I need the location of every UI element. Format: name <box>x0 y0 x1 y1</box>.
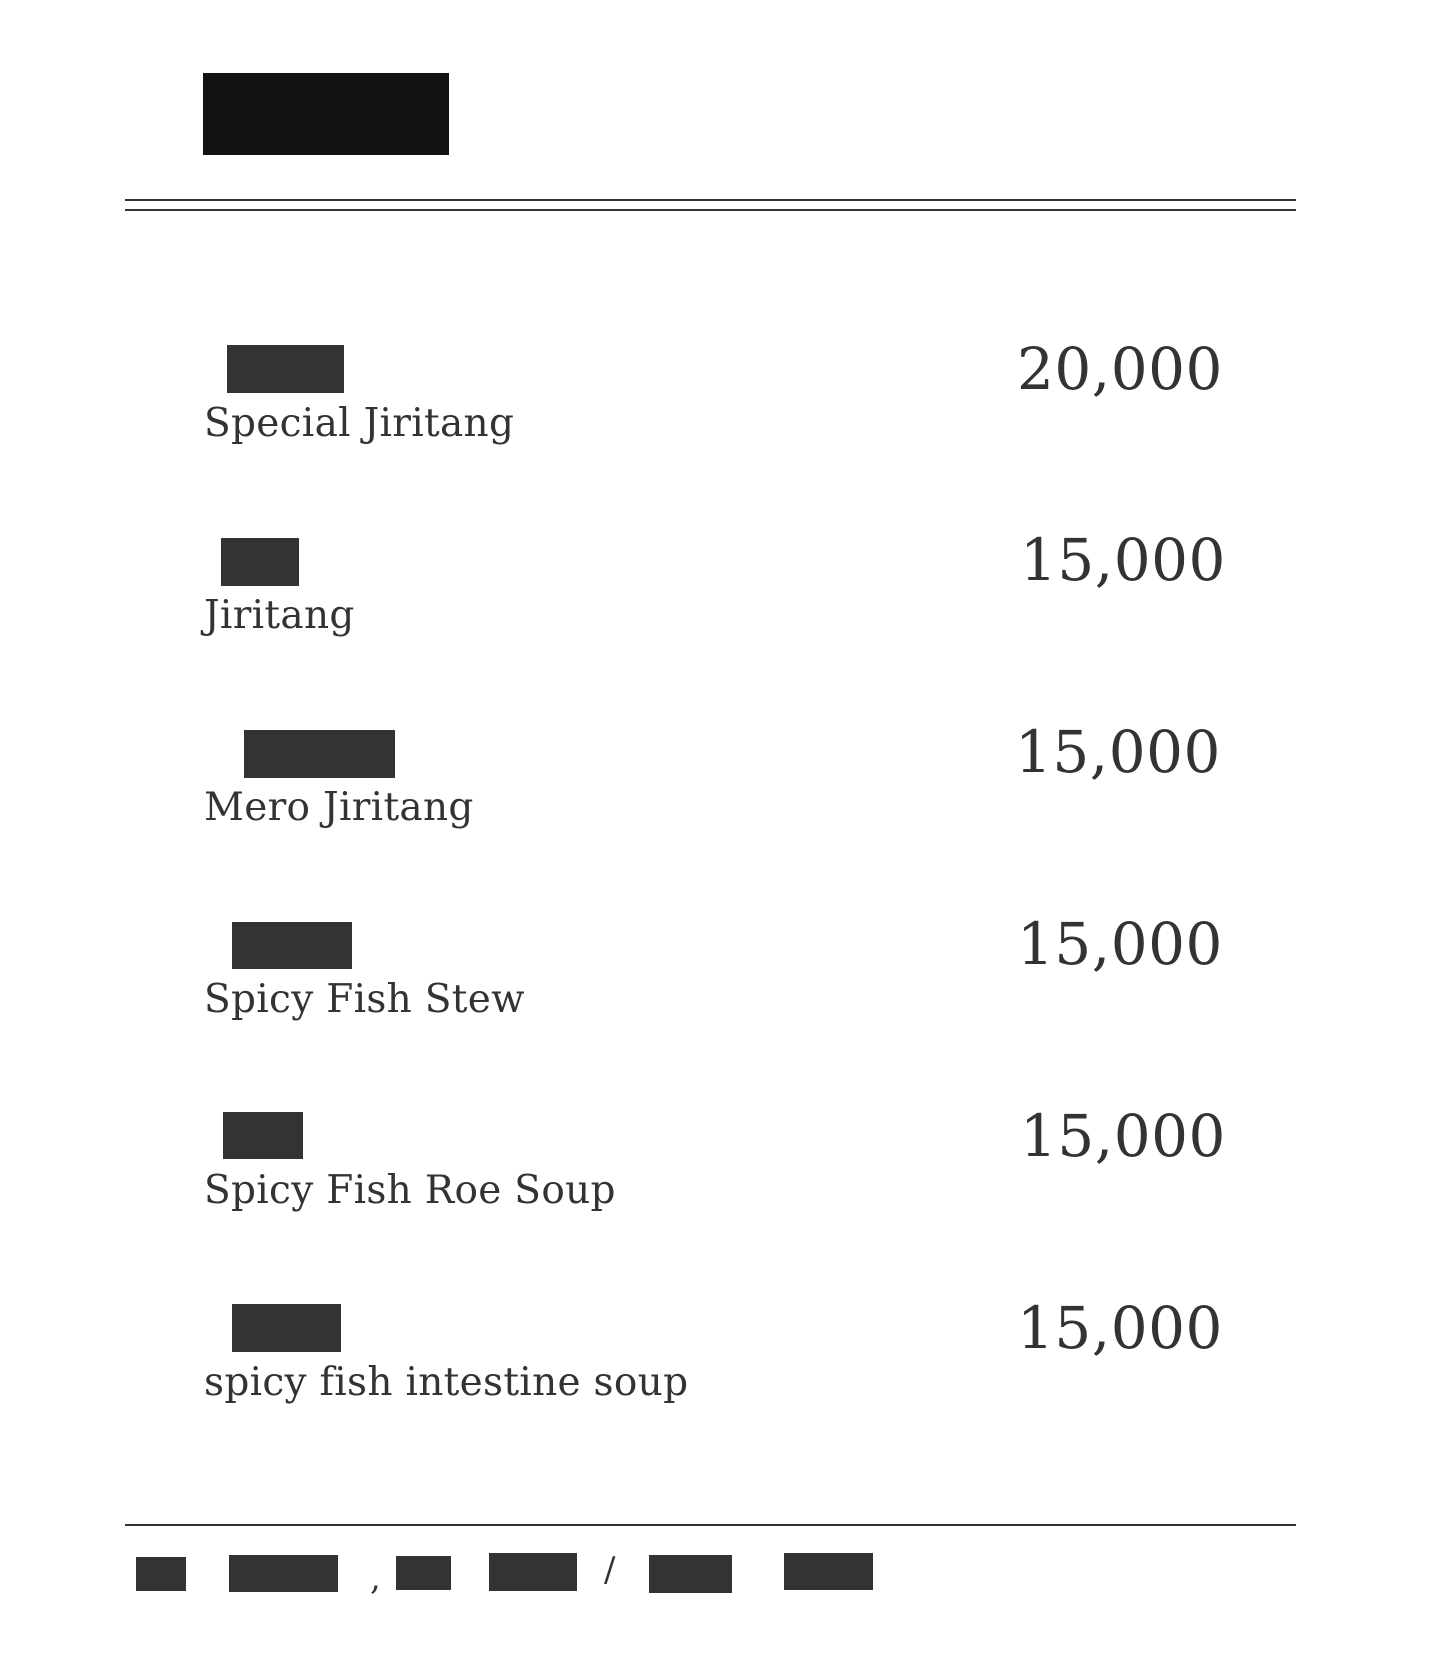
footer-comma: , <box>370 1558 381 1598</box>
redacted-footer-text <box>489 1553 577 1591</box>
redacted-footer-text <box>136 1557 186 1591</box>
item-price: 15,000 <box>1020 1102 1226 1170</box>
item-price: 15,000 <box>1017 1294 1223 1362</box>
header-rule-bottom <box>125 209 1296 211</box>
item-price: 15,000 <box>1015 718 1221 786</box>
redacted-title <box>203 73 449 155</box>
redacted-footer-text <box>784 1553 873 1590</box>
redacted-item-name <box>232 922 352 969</box>
item-price: 15,000 <box>1020 526 1226 594</box>
redacted-item-name <box>223 1112 303 1159</box>
redacted-footer-text <box>229 1555 338 1592</box>
item-name: Jiritang <box>204 593 355 638</box>
item-name: Mero Jiritang <box>204 785 474 830</box>
redacted-item-name <box>227 345 344 393</box>
redacted-footer-text <box>396 1556 451 1590</box>
redacted-footer-text <box>649 1555 732 1593</box>
item-name: Spicy Fish Roe Soup <box>204 1168 616 1213</box>
item-price: 15,000 <box>1017 910 1223 978</box>
redacted-item-name <box>244 730 395 778</box>
item-price: 20,000 <box>1017 335 1223 403</box>
header-rule-top <box>125 199 1296 201</box>
item-name: Spicy Fish Stew <box>204 977 525 1022</box>
redacted-item-name <box>232 1304 341 1352</box>
footer-rule <box>125 1524 1296 1526</box>
item-name: spicy fish intestine soup <box>204 1360 689 1405</box>
redacted-item-name <box>221 538 299 586</box>
item-name: Special Jiritang <box>204 401 515 446</box>
footer-slash: / <box>604 1550 616 1590</box>
